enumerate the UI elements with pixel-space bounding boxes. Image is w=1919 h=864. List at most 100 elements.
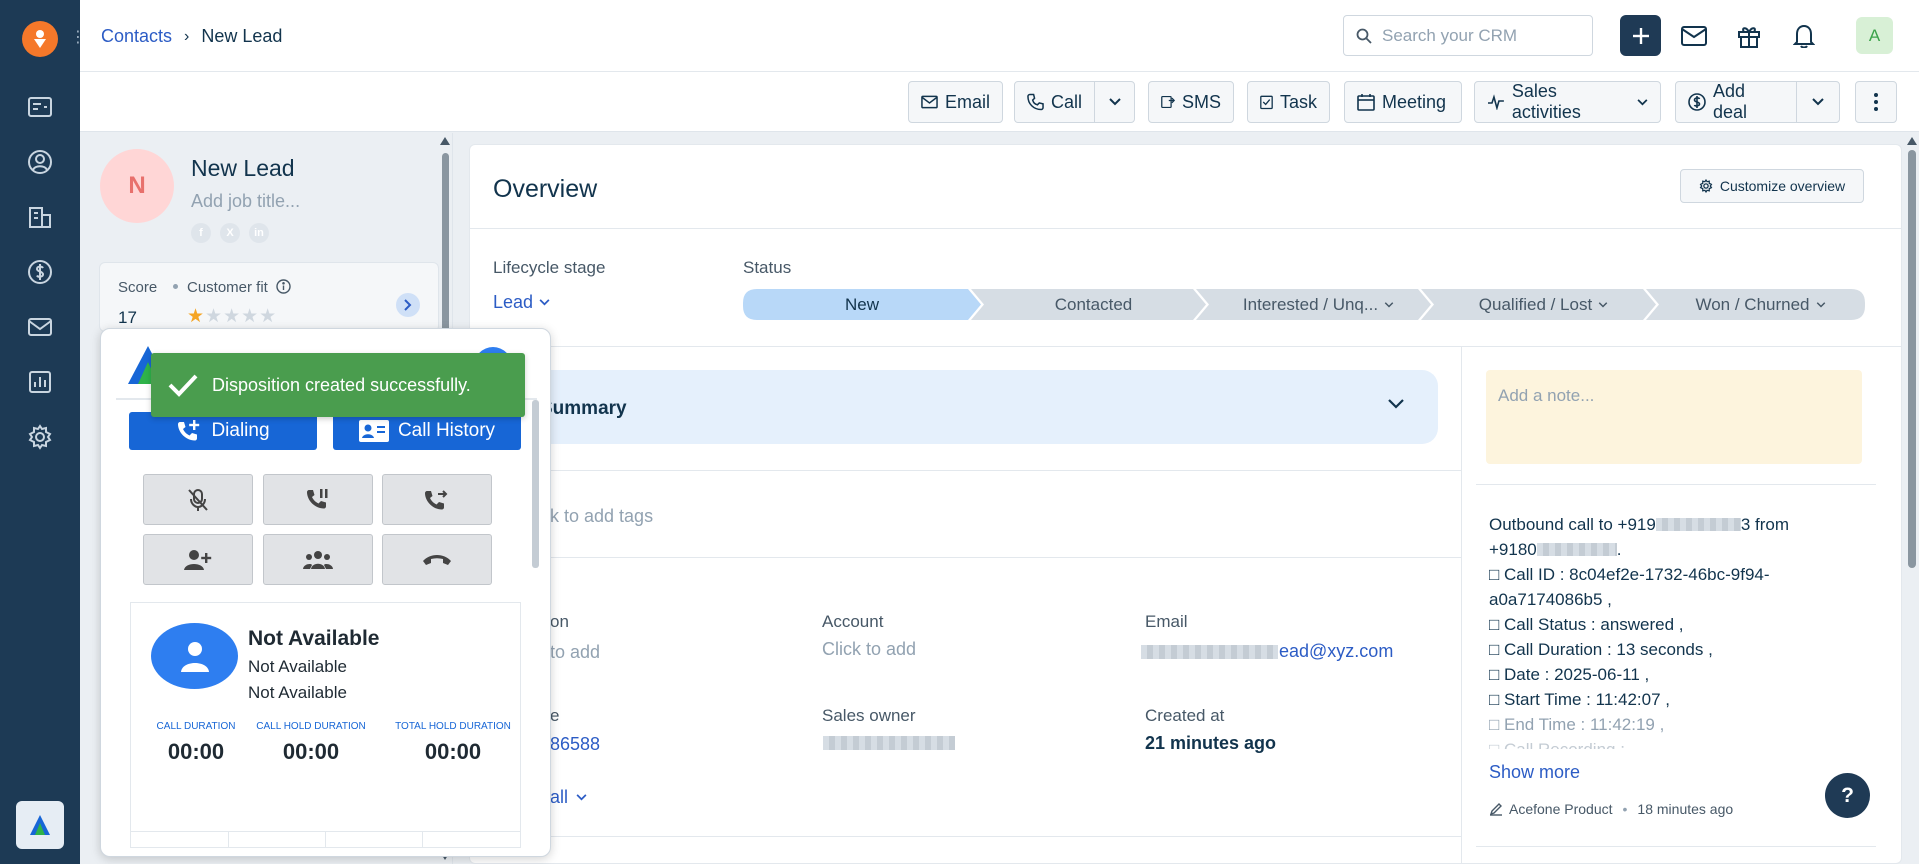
email-button[interactable]: Email xyxy=(908,81,1003,123)
show-more-link[interactable]: Show more xyxy=(1489,762,1580,783)
column-divider xyxy=(1461,347,1462,864)
chevron-down-icon xyxy=(1384,301,1394,308)
check-icon xyxy=(168,374,198,397)
customize-overview-button[interactable]: Customize overview xyxy=(1680,169,1864,203)
task-button[interactable]: Task xyxy=(1247,81,1330,123)
stage-new[interactable]: New xyxy=(743,289,981,320)
tab-call-history[interactable]: Call History xyxy=(333,412,521,450)
bell-icon[interactable] xyxy=(1786,18,1822,54)
search-input[interactable]: Search your CRM xyxy=(1382,26,1517,46)
show-all-fields-link[interactable]: all xyxy=(550,787,587,808)
user-avatar[interactable]: A xyxy=(1856,17,1893,54)
created-at-label: Created at xyxy=(1145,706,1225,725)
stage-interested[interactable]: Interested / Unq... xyxy=(1206,289,1431,320)
email-value[interactable]: ead@xyz.com xyxy=(1279,641,1393,662)
redacted-phone xyxy=(1655,518,1741,531)
chevron-down-icon xyxy=(576,794,587,801)
task-icon xyxy=(1260,95,1273,110)
customer-fit-stars: ★★★★★ xyxy=(187,306,278,327)
hangup-button[interactable] xyxy=(382,534,492,585)
score-expand-button[interactable] xyxy=(396,293,420,317)
x-twitter-icon[interactable]: X xyxy=(220,223,240,243)
settings-icon[interactable] xyxy=(24,421,56,453)
score-value: 17 xyxy=(118,308,137,327)
add-tags-link[interactable]: k to add tags xyxy=(550,506,653,527)
account-value[interactable]: Click to add xyxy=(822,639,916,660)
add-deal-dropdown[interactable] xyxy=(1796,81,1840,123)
activity-icon xyxy=(1487,94,1504,110)
dollar-icon xyxy=(1688,93,1706,111)
field-value[interactable]: to add xyxy=(550,642,600,663)
scroll-up-icon[interactable] xyxy=(440,137,450,145)
summary-title: Summary xyxy=(540,398,627,419)
sales-owner-label: Sales owner xyxy=(822,706,916,725)
deals-icon[interactable] xyxy=(24,256,56,288)
help-button[interactable]: ? xyxy=(1825,773,1870,818)
add-participant-button[interactable] xyxy=(143,534,253,585)
gift-icon[interactable] xyxy=(1731,18,1767,54)
mute-button[interactable] xyxy=(143,474,253,525)
phone-pause-icon xyxy=(307,488,328,508)
facebook-icon[interactable]: f xyxy=(191,223,211,243)
customer-fit-label: Customer fit xyxy=(187,279,291,296)
dialer-scrollbar[interactable] xyxy=(532,400,539,568)
divider xyxy=(325,832,326,848)
call-duration-value: 00:00 xyxy=(167,739,225,764)
job-title-input[interactable]: Add job title... xyxy=(191,191,300,212)
meeting-button[interactable]: Meeting xyxy=(1344,81,1462,123)
account-label: Account xyxy=(822,612,884,631)
acefone-app-icon[interactable] xyxy=(16,801,64,849)
sms-icon xyxy=(1161,95,1175,109)
accounts-icon[interactable] xyxy=(24,201,56,233)
scroll-up-icon[interactable] xyxy=(1907,137,1917,145)
app-logo-icon[interactable] xyxy=(22,21,58,57)
hold-button[interactable] xyxy=(263,474,373,525)
more-vertical-icon xyxy=(1874,93,1878,111)
contact-avatar xyxy=(151,623,238,689)
chevron-down-icon xyxy=(1816,301,1825,308)
note-input[interactable]: Add a note... xyxy=(1486,370,1862,464)
contact-name: Not Available xyxy=(248,627,380,650)
conference-button[interactable] xyxy=(263,534,373,585)
lead-avatar: N xyxy=(100,149,174,223)
transfer-button[interactable] xyxy=(382,474,492,525)
info-icon[interactable] xyxy=(276,279,291,294)
phone-add-icon xyxy=(178,420,200,441)
status-pipeline: New Contacted Interested / Unq... Qualif… xyxy=(743,289,1865,320)
sales-activities-button[interactable]: Sales activities xyxy=(1474,81,1661,123)
summary-section[interactable] xyxy=(493,370,1438,444)
redacted-owner xyxy=(823,736,955,750)
call-options-dropdown[interactable] xyxy=(1094,81,1135,123)
phone-value[interactable]: 86588 xyxy=(550,734,600,755)
create-new-button[interactable] xyxy=(1620,15,1661,56)
inbox-icon[interactable] xyxy=(24,311,56,343)
main-scrollbar[interactable] xyxy=(1908,150,1916,568)
more-actions-button[interactable] xyxy=(1855,81,1897,123)
search-box[interactable]: Search your CRM xyxy=(1343,15,1593,56)
separator-dot xyxy=(173,284,178,289)
stage-won[interactable]: Won / Churned xyxy=(1656,289,1865,320)
stage-contacted[interactable]: Contacted xyxy=(981,289,1206,320)
score-label: Score xyxy=(118,279,158,296)
add-deal-button[interactable]: Add deal xyxy=(1675,81,1797,123)
lead-name[interactable]: New Lead xyxy=(191,155,295,182)
mail-icon[interactable] xyxy=(1676,18,1712,54)
breadcrumb: Contacts › New Lead xyxy=(101,26,282,47)
divider xyxy=(1476,484,1876,485)
divider xyxy=(470,836,1461,837)
contacts-icon[interactable] xyxy=(24,146,56,178)
field-label: e xyxy=(550,706,560,725)
chevron-down-icon xyxy=(1598,301,1608,308)
calendar-icon xyxy=(1357,94,1375,111)
breadcrumb-contacts-link[interactable]: Contacts xyxy=(101,26,172,47)
sms-button[interactable]: SMS xyxy=(1148,81,1234,123)
linkedin-icon[interactable]: in xyxy=(249,223,269,243)
divider xyxy=(470,228,1901,229)
dashboard-icon[interactable] xyxy=(24,91,56,123)
tab-dialing[interactable]: Dialing xyxy=(129,412,317,450)
stage-qualified[interactable]: Qualified / Lost xyxy=(1431,289,1656,320)
chevron-down-icon[interactable] xyxy=(1388,399,1404,409)
reports-icon[interactable] xyxy=(24,366,56,398)
call-button[interactable]: Call xyxy=(1014,81,1095,123)
lifecycle-stage-dropdown[interactable]: Lead xyxy=(493,292,550,313)
